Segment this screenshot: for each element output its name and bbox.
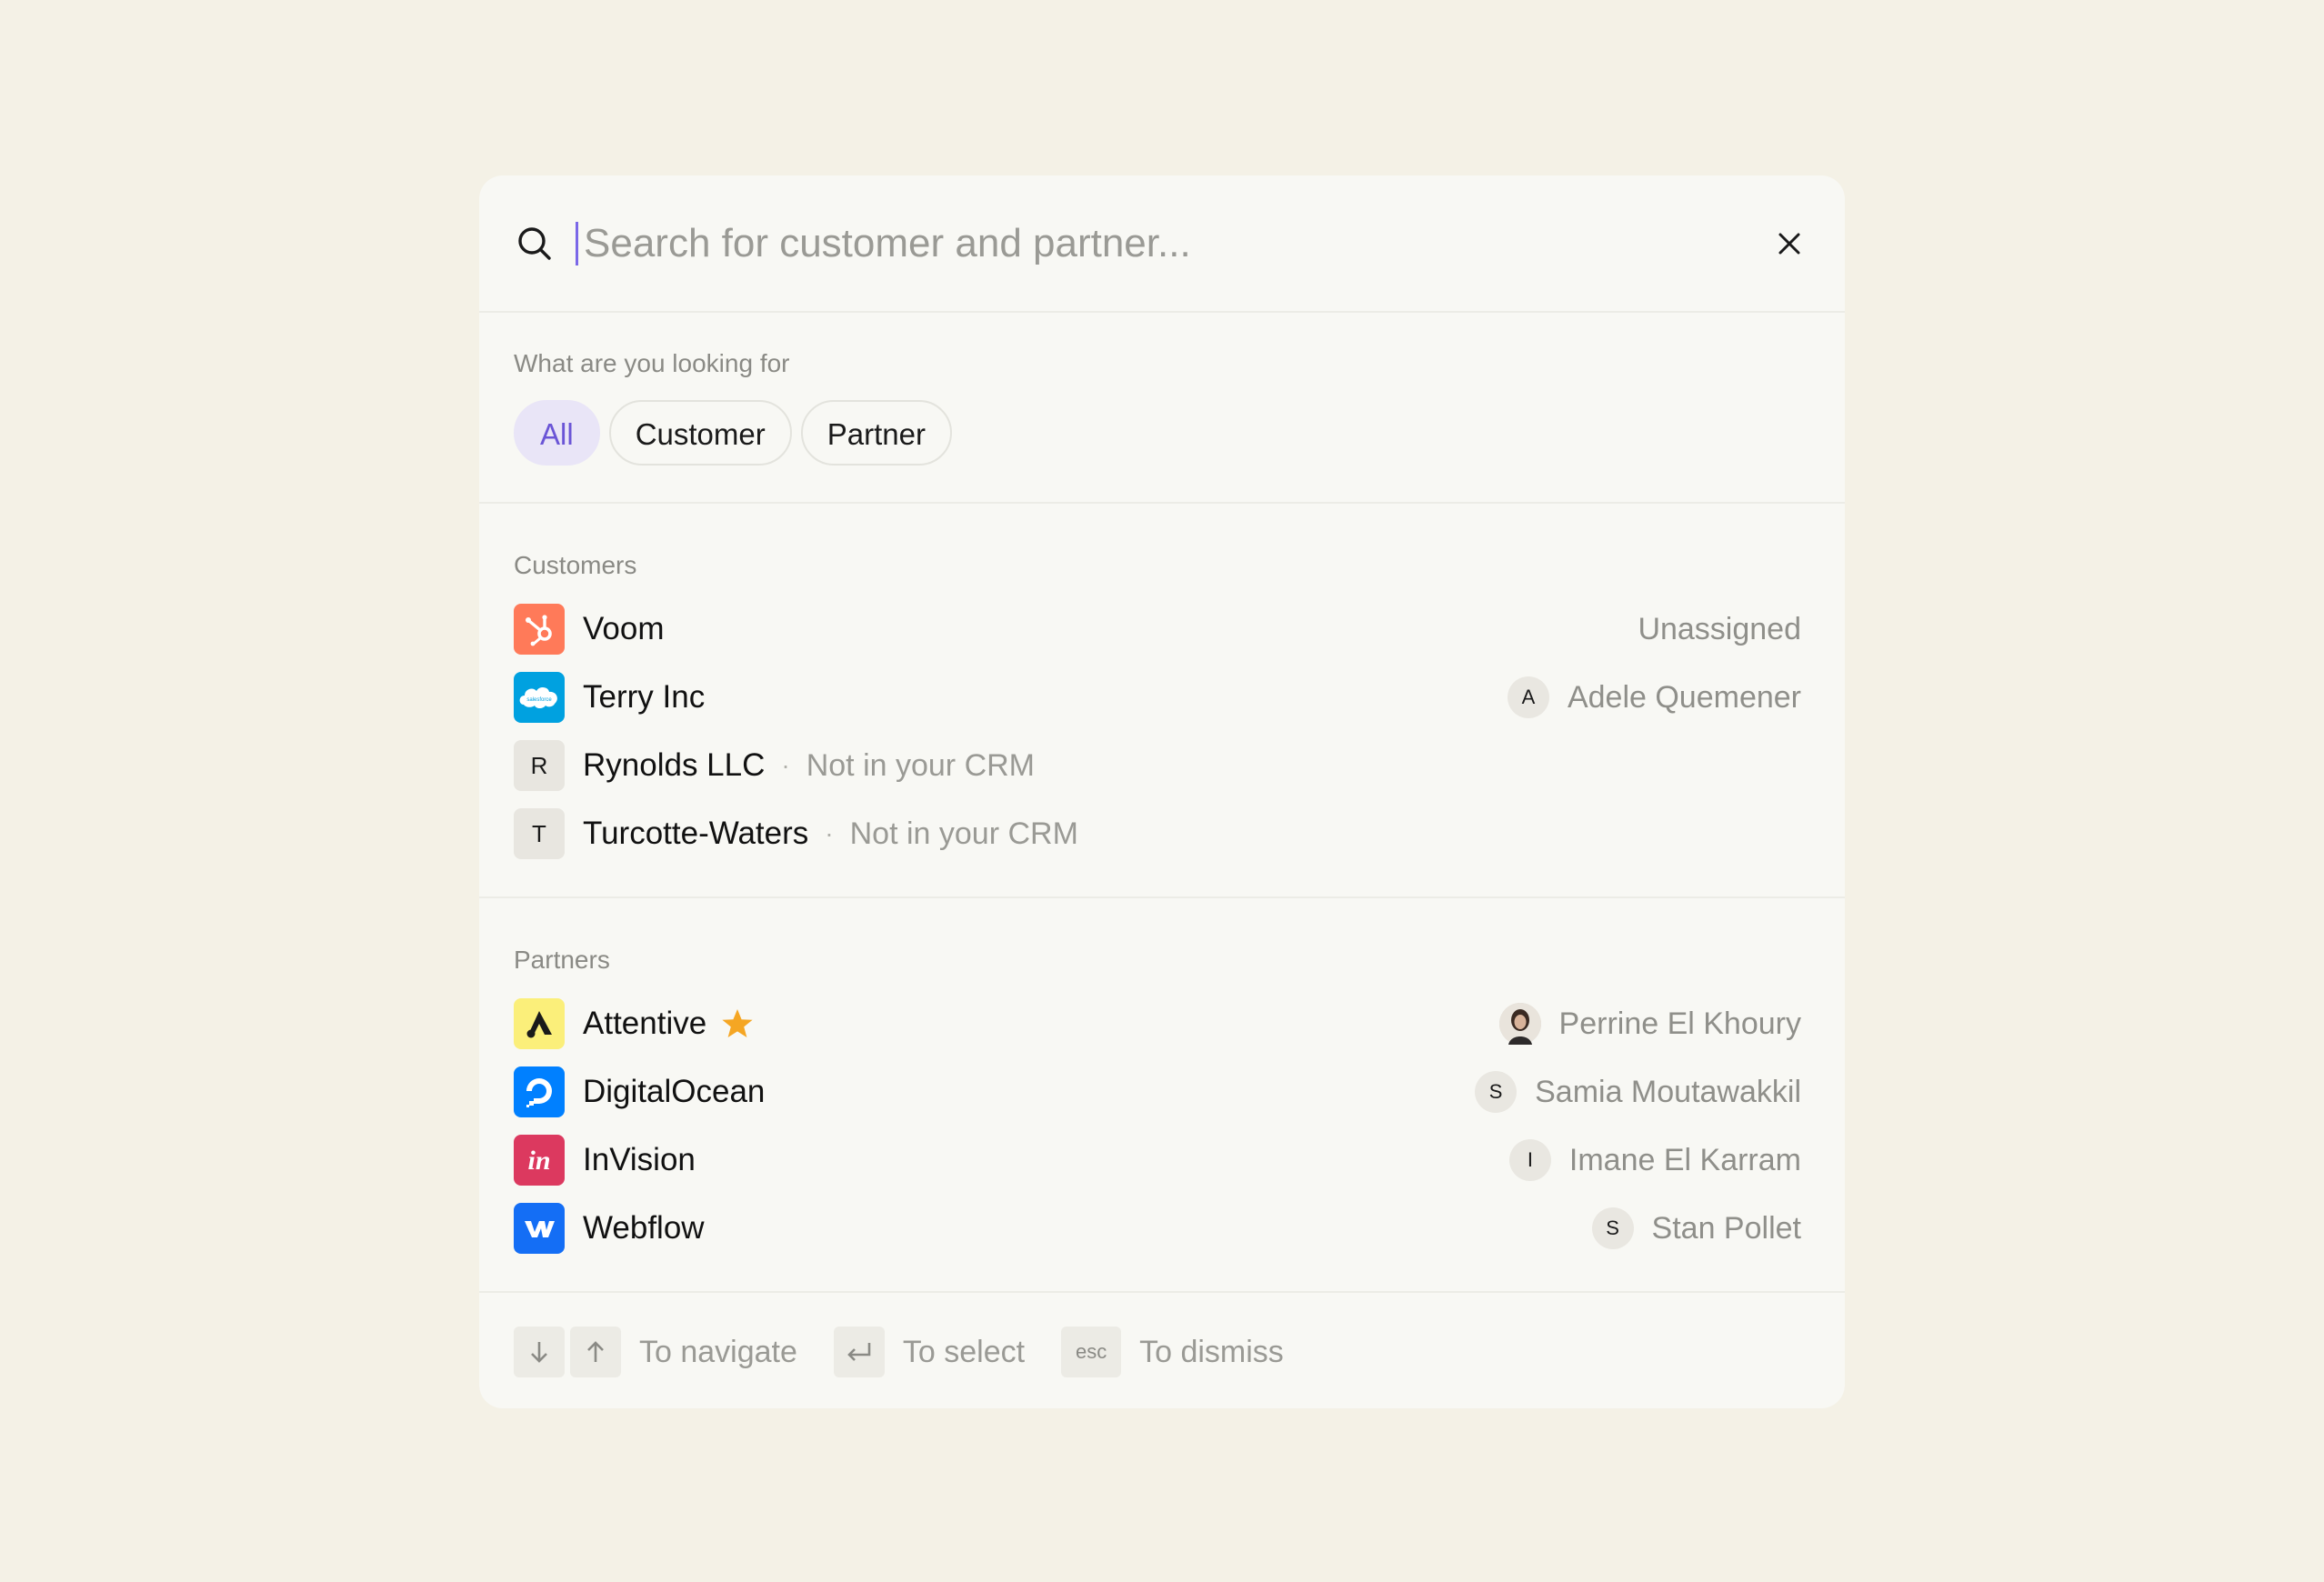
customers-heading: Customers — [514, 551, 637, 579]
chip-all[interactable]: All — [514, 400, 600, 466]
navigate-hint: To navigate — [639, 1334, 797, 1369]
arrow-down-icon — [531, 1342, 547, 1363]
letter-logo: R — [514, 740, 565, 791]
filter-label: What are you looking for — [514, 349, 790, 377]
star-icon — [721, 1008, 754, 1039]
search-icon — [514, 223, 556, 265]
avatar: I — [1508, 1139, 1551, 1181]
customer-row-voom[interactable]: Voom Unassigned — [514, 604, 1801, 655]
customer-name: Voom — [583, 611, 665, 646]
attentive-icon — [514, 998, 565, 1049]
owner-label: Unassigned — [1638, 611, 1801, 646]
partner-name: Webflow — [583, 1210, 705, 1246]
owner-label: Stan Pollet — [1651, 1210, 1801, 1246]
chip-partner[interactable]: Partner — [800, 400, 952, 466]
separator-dot: · — [781, 751, 790, 779]
crm-status: Not in your CRM — [806, 747, 1035, 783]
partner-row-digitalocean[interactable]: DigitalOcean S Samia Moutawakkil — [514, 1066, 1801, 1117]
digitalocean-icon — [514, 1066, 565, 1117]
select-hint: To select — [902, 1334, 1026, 1369]
salesforce-icon: salesforce — [514, 672, 565, 723]
owner-label: Samia Moutawakkil — [1535, 1074, 1801, 1109]
customers-section: Customers Voom Unassigned salesforce Ter… — [479, 504, 1845, 898]
dismiss-hint: To dismiss — [1139, 1334, 1284, 1369]
customer-row-turcotte-waters[interactable]: T Turcotte-Waters · Not in your CRM — [514, 808, 1801, 859]
hubspot-icon — [514, 604, 565, 655]
close-button[interactable] — [1768, 223, 1810, 265]
search-input[interactable] — [584, 220, 1768, 266]
webflow-icon — [514, 1203, 565, 1254]
arrow-down-key — [514, 1327, 565, 1377]
arrow-up-key — [570, 1327, 621, 1377]
partner-row-attentive[interactable]: Attentive Perrine El Khoury — [514, 998, 1801, 1049]
esc-key: esc — [1061, 1327, 1122, 1377]
avatar: A — [1507, 676, 1549, 718]
svg-text:salesforce: salesforce — [526, 697, 552, 703]
owner-label: Adele Quemener — [1567, 679, 1801, 715]
svg-text:in: in — [527, 1146, 550, 1176]
partners-heading: Partners — [514, 946, 610, 974]
partner-name: InVision — [583, 1142, 696, 1177]
partner-name: DigitalOcean — [583, 1074, 766, 1109]
close-icon — [1778, 233, 1800, 254]
avatar-photo — [1498, 1003, 1541, 1045]
avatar: S — [1475, 1071, 1518, 1113]
customer-name: Rynolds LLC — [583, 747, 766, 783]
partners-section: Partners Attentive Perrine El Khoury Dig… — [479, 898, 1845, 1293]
arrow-up-icon — [587, 1341, 604, 1362]
customer-name: Turcotte-Waters — [583, 816, 809, 851]
separator-dot: · — [825, 819, 834, 847]
owner-label: Perrine El Khoury — [1558, 1006, 1801, 1041]
filter-chips: All Customer Partner — [514, 400, 1810, 466]
owner-label: Imane El Karram — [1568, 1142, 1801, 1177]
customer-row-terry-inc[interactable]: salesforce Terry Inc A Adele Quemener — [514, 672, 1801, 723]
avatar: S — [1591, 1207, 1634, 1249]
crm-status: Not in your CRM — [849, 816, 1078, 851]
customer-name: Terry Inc — [583, 679, 706, 715]
enter-key — [833, 1327, 885, 1377]
filter-section: What are you looking for All Customer Pa… — [479, 313, 1845, 504]
enter-icon — [847, 1343, 871, 1361]
search-modal: What are you looking for All Customer Pa… — [479, 175, 1845, 1408]
chip-customer[interactable]: Customer — [608, 400, 792, 466]
partner-row-invision[interactable]: in InVision I Imane El Karram — [514, 1135, 1801, 1186]
partner-name: Attentive — [583, 1006, 707, 1041]
letter-logo: T — [514, 808, 565, 859]
keyboard-hints: To navigate To select esc To dismiss — [479, 1293, 1845, 1411]
partner-row-webflow[interactable]: Webflow S Stan Pollet — [514, 1203, 1801, 1254]
invision-icon: in — [514, 1135, 565, 1186]
customer-row-rynolds-llc[interactable]: R Rynolds LLC · Not in your CRM — [514, 740, 1801, 791]
search-bar — [479, 175, 1845, 313]
text-caret — [576, 221, 578, 265]
